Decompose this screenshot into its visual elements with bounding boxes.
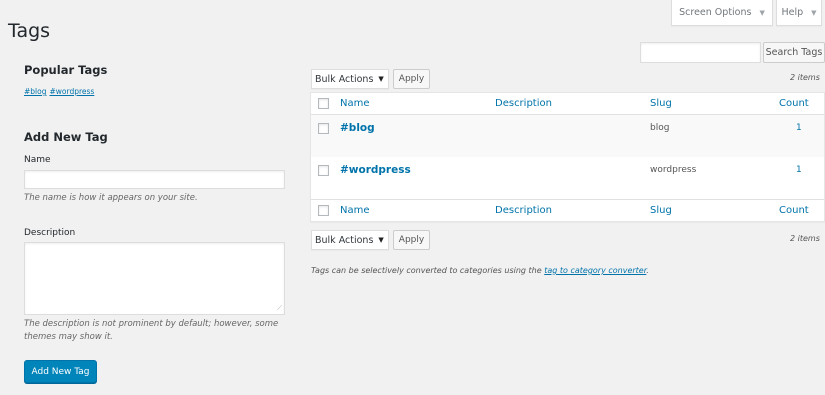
- add-new-tag-button[interactable]: Add New Tag: [24, 360, 97, 383]
- column-description-header[interactable]: Description: [495, 98, 552, 109]
- description-field[interactable]: ⟋: [24, 242, 285, 315]
- tag-slug: blog: [650, 123, 670, 133]
- resize-grip-icon[interactable]: ⟋: [277, 304, 282, 313]
- items-count: 2 items: [790, 73, 820, 82]
- name-field[interactable]: [24, 170, 285, 189]
- column-slug-footer[interactable]: Slug: [650, 205, 672, 216]
- column-name-footer[interactable]: Name: [340, 205, 370, 216]
- column-description-footer[interactable]: Description: [495, 205, 552, 216]
- converter-note-end: .: [646, 266, 649, 275]
- screen-options-button[interactable]: Screen Options ▼: [671, 0, 773, 26]
- add-new-tag-heading: Add New Tag: [24, 130, 108, 144]
- column-name-header[interactable]: Name: [340, 98, 370, 109]
- items-count: 2 items: [790, 234, 820, 243]
- description-label: Description: [24, 228, 76, 238]
- bulk-actions-value: Bulk Actions: [315, 73, 374, 85]
- table-row: #wordpress wordpress 1: [311, 157, 824, 199]
- name-help-text: The name is how it appears on your site.: [24, 193, 198, 203]
- bulk-actions-select[interactable]: Bulk Actions ▼: [311, 230, 389, 250]
- tags-table: Name Description Slug Count #blog blog 1…: [310, 92, 825, 222]
- row-checkbox[interactable]: [318, 123, 329, 134]
- tag-count-link[interactable]: 1: [796, 123, 802, 133]
- help-label: Help: [781, 7, 804, 18]
- table-header-row: Name Description Slug Count: [311, 93, 824, 115]
- search-input[interactable]: [640, 42, 761, 63]
- tag-slug: wordpress: [650, 165, 697, 175]
- apply-button[interactable]: Apply: [393, 230, 430, 250]
- caret-down-icon: ▼: [759, 8, 765, 17]
- popular-tags-heading: Popular Tags: [24, 63, 108, 77]
- screen-options-label: Screen Options: [679, 7, 752, 18]
- select-all-checkbox[interactable]: [318, 205, 329, 216]
- converter-note: Tags can be selectively converted to cat…: [311, 266, 649, 275]
- tag-name-link[interactable]: #blog: [340, 122, 375, 134]
- tag-name-link[interactable]: #wordpress: [340, 164, 411, 176]
- dropdown-arrow-icon: ▼: [378, 236, 384, 244]
- column-count-header[interactable]: Count: [779, 98, 809, 109]
- converter-note-text: Tags can be selectively converted to cat…: [311, 266, 545, 275]
- tag-converter-link[interactable]: tag to category converter: [544, 266, 646, 275]
- description-help-text: The description is not prominent by defa…: [24, 319, 279, 342]
- table-footer-row: Name Description Slug Count: [311, 199, 824, 222]
- dropdown-arrow-icon: ▼: [378, 75, 384, 83]
- apply-button[interactable]: Apply: [393, 69, 430, 89]
- popular-tag-link[interactable]: #blog: [24, 87, 46, 96]
- name-label: Name: [24, 155, 51, 165]
- tag-count-link[interactable]: 1: [796, 165, 802, 175]
- caret-down-icon: ▼: [811, 8, 817, 17]
- help-button[interactable]: Help ▼: [776, 0, 822, 26]
- bulk-actions-select[interactable]: Bulk Actions ▼: [311, 69, 389, 89]
- popular-tags-cloud: #blog #wordpress: [24, 87, 97, 96]
- search-tags-button[interactable]: Search Tags: [763, 42, 825, 63]
- page-title: Tags: [8, 20, 51, 42]
- select-all-checkbox[interactable]: [318, 98, 329, 109]
- row-checkbox[interactable]: [318, 165, 329, 176]
- bulk-actions-value: Bulk Actions: [315, 234, 374, 246]
- table-row: #blog blog 1: [311, 115, 824, 157]
- popular-tag-link[interactable]: #wordpress: [49, 87, 94, 96]
- column-slug-header[interactable]: Slug: [650, 98, 672, 109]
- column-count-footer[interactable]: Count: [779, 205, 809, 216]
